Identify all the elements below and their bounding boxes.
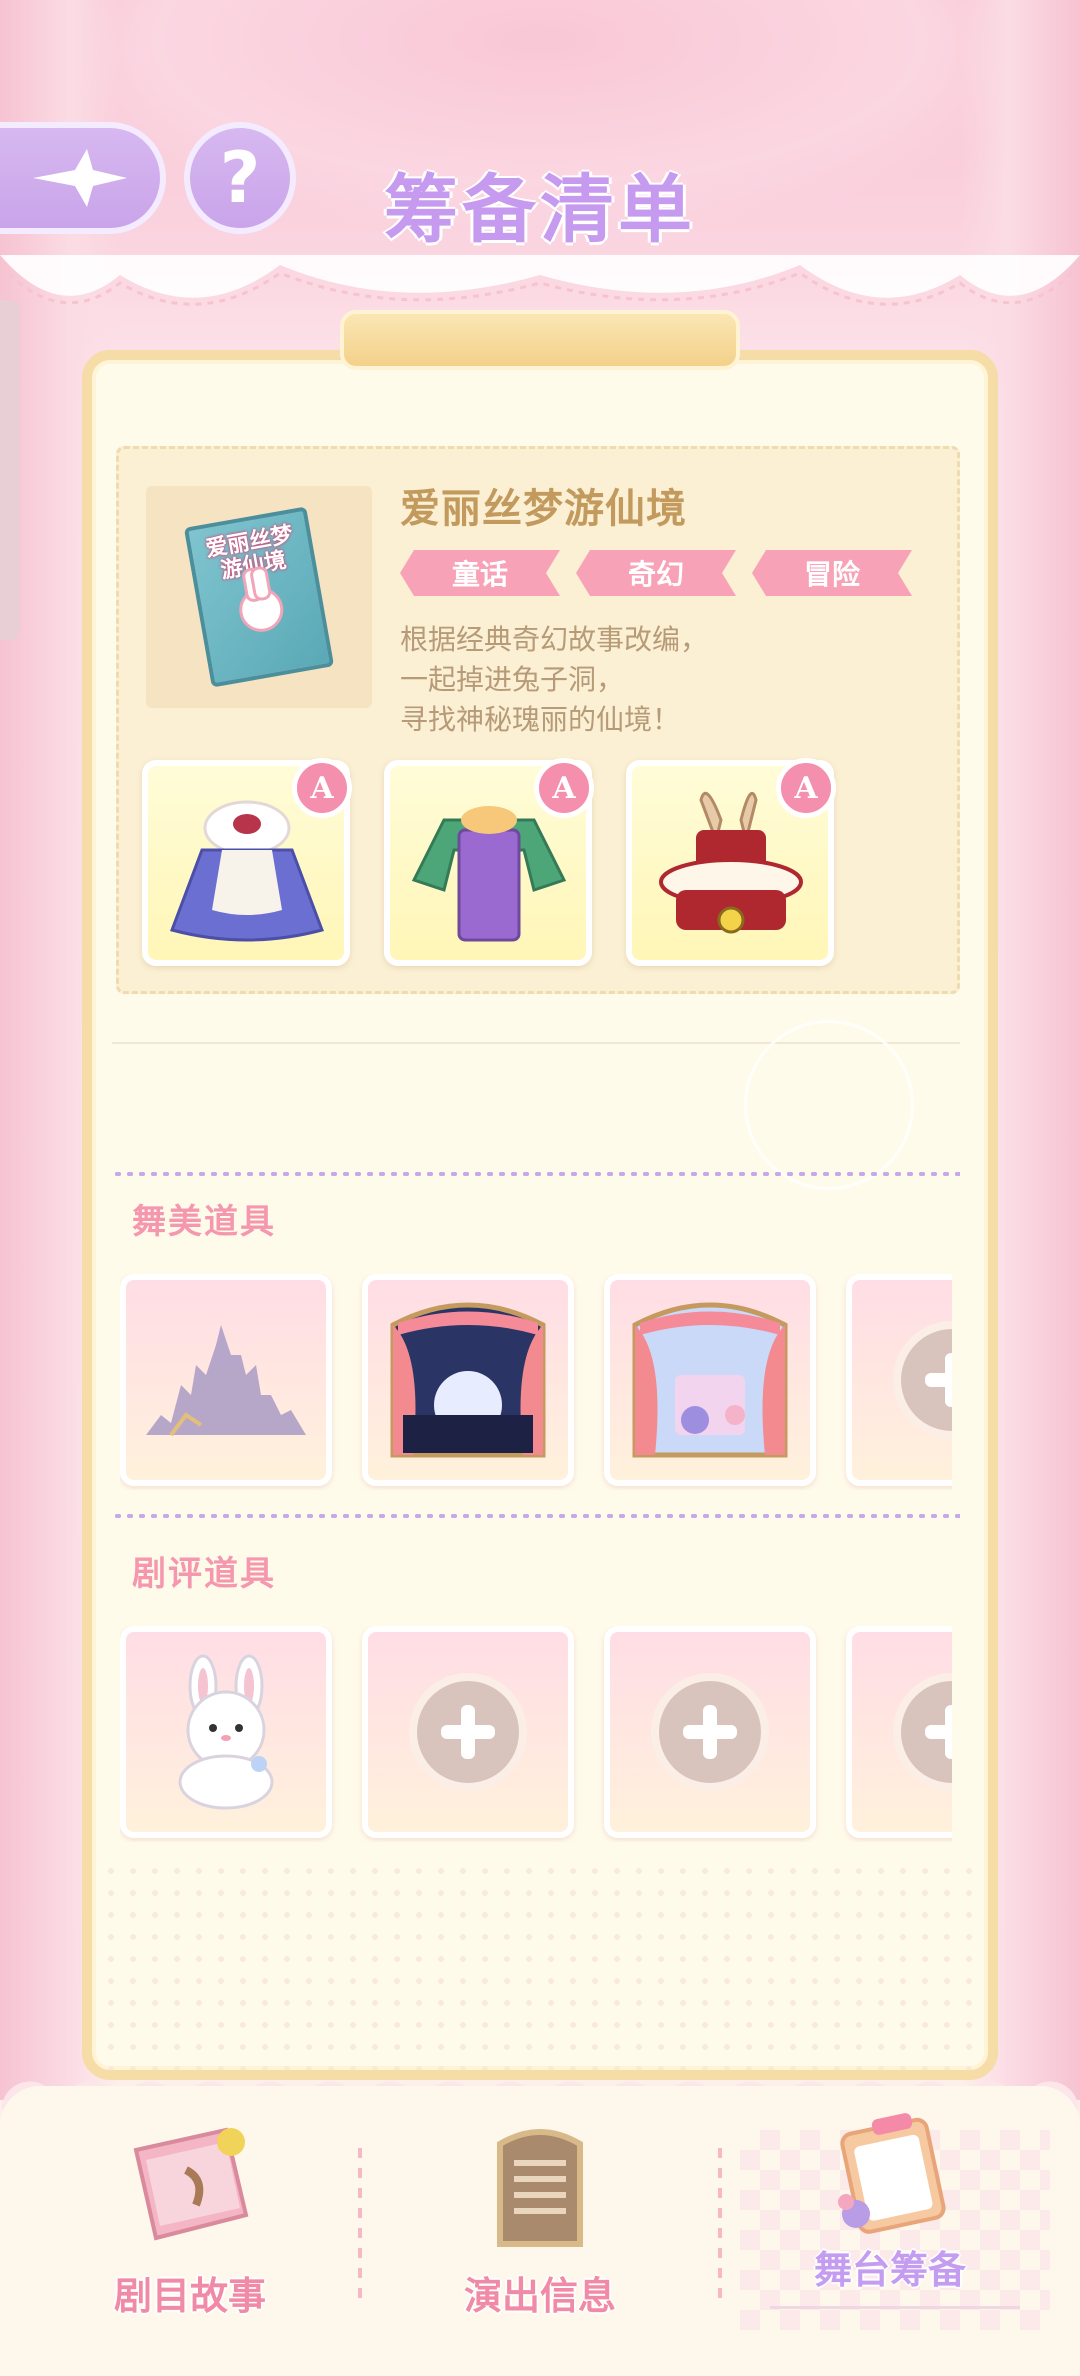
- nav-label-story: 剧目故事: [113, 2274, 266, 2318]
- side-drawer-handle[interactable]: [0, 300, 20, 640]
- nav-label-stage-prep: 舞台筹备: [813, 2248, 966, 2292]
- stage-prop-slot[interactable]: [604, 1274, 816, 1486]
- stage-props-list[interactable]: [120, 1274, 952, 1490]
- dotted-divider: [112, 1172, 960, 1176]
- nav-separator: [718, 2148, 722, 2308]
- add-icon: [893, 1673, 952, 1791]
- stage-props-title: 舞美道具: [132, 1202, 276, 1242]
- night-moon-stage-icon: [390, 1302, 546, 1458]
- nav-separator: [358, 2148, 362, 2308]
- tag-fairy-tale: 童话: [400, 550, 560, 596]
- storybook-cover-icon: 爱丽丝梦游仙境: [183, 506, 335, 688]
- active-tab-underline: [770, 2306, 1020, 2309]
- grade-a-badge: A: [776, 758, 836, 818]
- script-description-line: 寻找神秘瑰丽的仙境！: [400, 703, 681, 736]
- stage-prop-slot[interactable]: [362, 1274, 574, 1486]
- costume-slot-suit[interactable]: A: [384, 758, 594, 966]
- review-props-title: 剧评道具: [132, 1554, 276, 1594]
- review-prop-slot-empty[interactable]: [604, 1626, 816, 1838]
- script-description-line: 根据经典奇幻故事改编，: [400, 623, 709, 656]
- stage-prop-slot-empty[interactable]: [846, 1274, 952, 1486]
- page-title: 筹备清单: [384, 167, 696, 253]
- back-button[interactable]: [0, 122, 166, 234]
- help-icon: ?: [219, 137, 261, 219]
- review-prop-slot[interactable]: [120, 1626, 332, 1838]
- add-icon: [893, 1321, 952, 1439]
- dotted-divider: [112, 1514, 960, 1518]
- costume-slot-hat[interactable]: A: [626, 758, 836, 966]
- tag-adventure: 冒险: [752, 550, 912, 596]
- script-description-line: 一起掉进兔子洞，: [400, 663, 625, 696]
- costume-slot-dress[interactable]: A: [142, 758, 352, 966]
- bunny-emblem-icon: [235, 584, 287, 636]
- review-props-list[interactable]: [120, 1626, 952, 1842]
- review-prop-slot-empty[interactable]: [362, 1626, 574, 1838]
- storybook-icon: [133, 2127, 249, 2241]
- nav-label-performance-info: 演出信息: [463, 2274, 616, 2318]
- castle-silhouette-icon: [146, 1325, 306, 1437]
- nav-tab-performance-info[interactable]: 演出信息: [400, 2120, 680, 2340]
- stage-prop-slot[interactable]: [120, 1274, 332, 1486]
- script-cover[interactable]: 爱丽丝梦游仙境: [146, 486, 372, 708]
- review-prop-slot-empty[interactable]: [846, 1626, 952, 1838]
- sparkle-back-icon: [33, 149, 127, 207]
- decorative-ring: [744, 1020, 914, 1190]
- wonderland-stage-icon: [632, 1302, 788, 1458]
- nav-tab-story[interactable]: 剧目故事: [50, 2120, 330, 2340]
- tag-fantasy: 奇幻: [576, 550, 736, 596]
- panel-tab-ornament: [340, 310, 740, 370]
- add-icon: [651, 1673, 769, 1791]
- help-button[interactable]: ?: [184, 122, 296, 234]
- add-icon: [409, 1673, 527, 1791]
- script-title: 爱丽丝梦游仙境: [400, 486, 687, 532]
- bunny-plush-icon: [178, 1654, 274, 1810]
- grade-a-badge: A: [292, 758, 352, 818]
- panel-dot-pattern: [100, 1860, 980, 2070]
- grade-a-badge: A: [534, 758, 594, 818]
- clipboard-icon: [838, 2113, 946, 2234]
- info-board-icon: [497, 2129, 583, 2247]
